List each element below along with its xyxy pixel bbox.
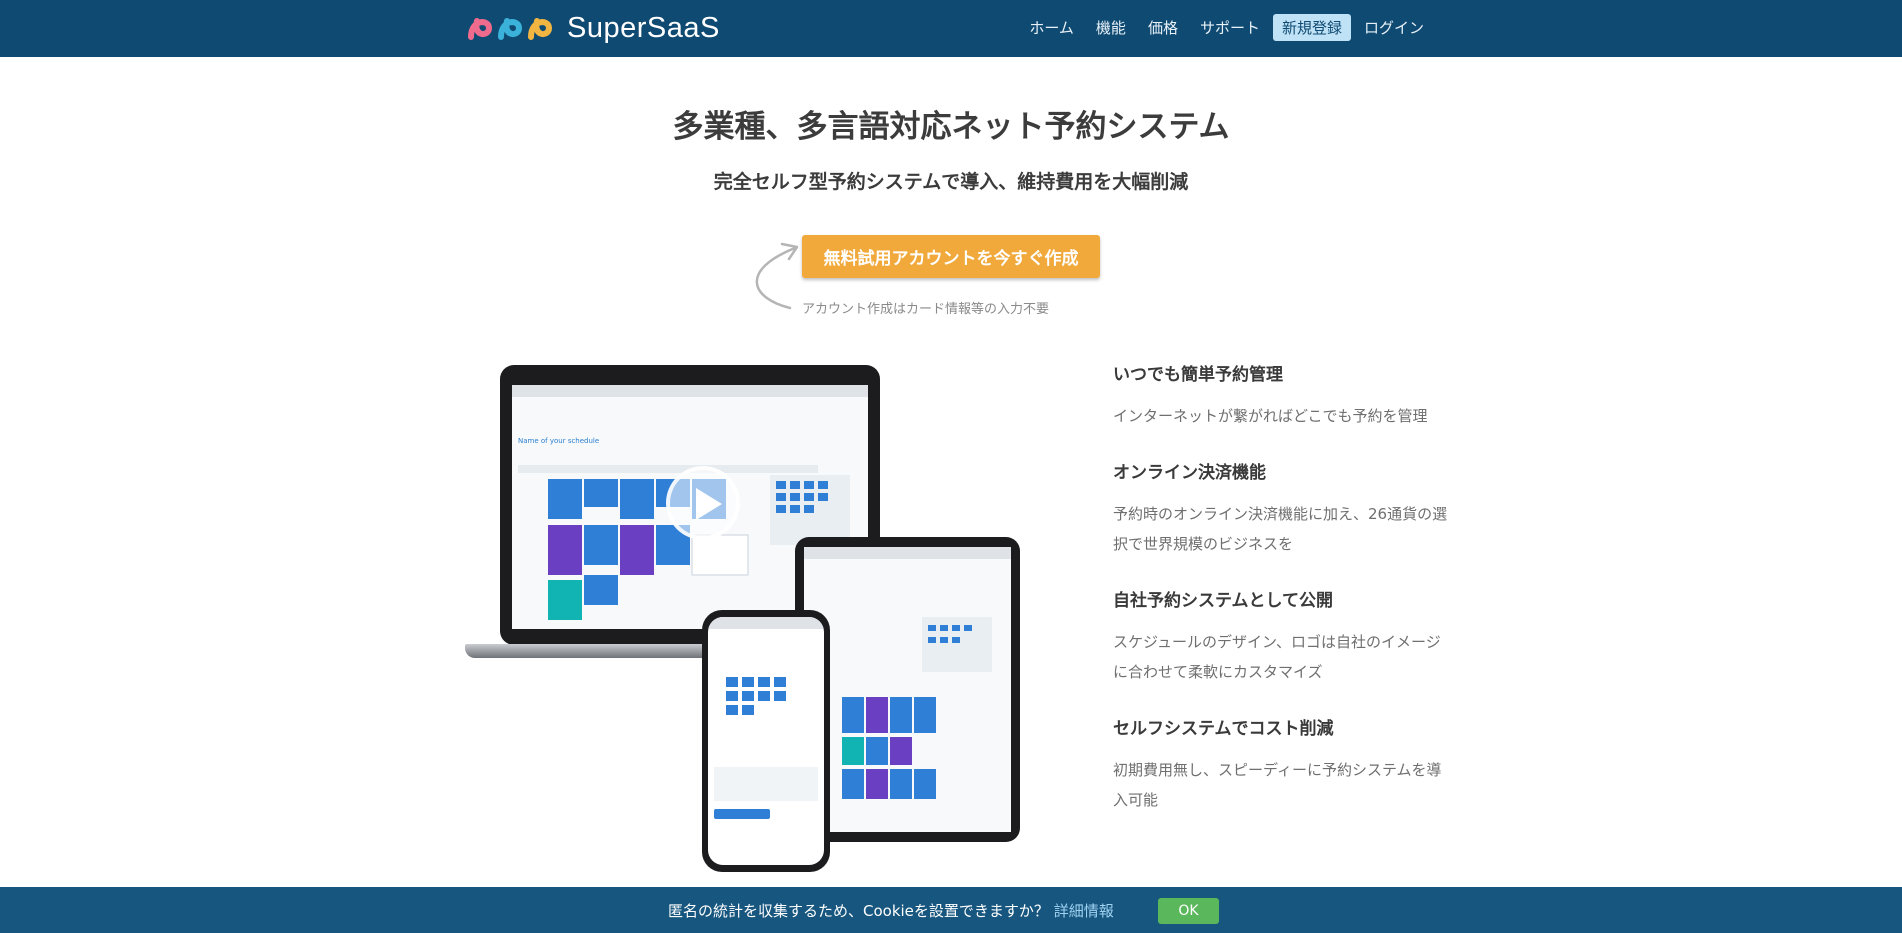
- feature-item: オンライン決済機能 予約時のオンライン決済機能に加え、26通貨の選択で世界規模の…: [1113, 458, 1453, 559]
- create-trial-account-button[interactable]: 無料試用アカウントを今すぐ作成: [802, 235, 1100, 278]
- feature-text: 予約時のオンライン決済機能に加え、26通貨の選択で世界規模のビジネスを: [1113, 505, 1448, 553]
- hero-subtitle: 完全セルフ型予約システムで導入、維持費用を大幅削減: [713, 171, 1189, 193]
- nav-support[interactable]: サポート: [1191, 13, 1269, 42]
- top-navigation-bar: SuperSaaS ホーム 機能 価格 サポート 新規登録 ログイン: [0, 0, 1902, 57]
- feature-text: 初期費用無し、スピーディーに予約システムを導入可能: [1113, 761, 1442, 809]
- feature-title: 自社予約システムとして公開: [1113, 591, 1333, 611]
- feature-text: スケジュールのデザイン、ロゴは自社のイメージに合わせて柔軟にカスタマイズ: [1113, 633, 1441, 681]
- feature-title: いつでも簡単予約管理: [1113, 365, 1283, 385]
- nav-pricing[interactable]: 価格: [1139, 13, 1187, 42]
- tablet-browser-bar: [804, 547, 1011, 559]
- supersaas-logo[interactable]: SuperSaaS: [467, 10, 720, 46]
- phone-browser-bar: [708, 617, 824, 629]
- feature-item: セルフシステムでコスト削減 初期費用無し、スピーディーに予約システムを導入可能: [1113, 714, 1453, 815]
- nav-login[interactable]: ログイン: [1355, 13, 1433, 42]
- phone-mockup: [702, 610, 830, 872]
- tablet-screen-content: [804, 547, 1011, 832]
- main-nav: ホーム 機能 価格 サポート 新規登録 ログイン: [1016, 13, 1433, 42]
- cookie-ok-button[interactable]: OK: [1158, 898, 1219, 924]
- feature-title: オンライン決済機能: [1113, 463, 1266, 483]
- cookie-question: 匿名の統計を収集するため、Cookieを設置できますか？: [668, 902, 1049, 920]
- curved-arrow-icon: [755, 242, 799, 310]
- phone-screen-content: [708, 617, 824, 865]
- phone-calendar-grid: [714, 677, 818, 819]
- feature-text: インターネットが繋がればどこでも予約を管理: [1113, 407, 1428, 425]
- nav-features[interactable]: 機能: [1087, 13, 1135, 42]
- feature-title: セルフシステムでコスト削減: [1113, 719, 1334, 739]
- logo-mark-icon: [468, 18, 553, 40]
- device-mockup-illustration: Name of your schedule: [465, 362, 1025, 877]
- cookie-consent-bar: 匿名の統計を収集するため、Cookieを設置できますか？ 詳細情報 OK: [0, 887, 1902, 933]
- hero-title: 多業種、多言語対応ネット予約システム: [672, 109, 1230, 145]
- cookie-details-link[interactable]: 詳細情報: [1054, 902, 1114, 920]
- feature-item: 自社予約システムとして公開 スケジュールのデザイン、ロゴは自社のイメージに合わせ…: [1113, 586, 1453, 687]
- browser-bar: [512, 385, 868, 397]
- brand-name: SuperSaaS: [567, 11, 720, 44]
- play-video-button[interactable]: [666, 466, 740, 540]
- cta-note: アカウント作成はカード情報等の入力不要: [802, 302, 1050, 317]
- nav-signup-button[interactable]: 新規登録: [1272, 14, 1351, 41]
- nav-home[interactable]: ホーム: [1020, 13, 1083, 42]
- cookie-message: 匿名の統計を収集するため、Cookieを設置できますか？ 詳細情報: [668, 900, 1114, 921]
- feature-item: いつでも簡単予約管理 インターネットが繋がればどこでも予約を管理: [1113, 360, 1453, 431]
- tablet-calendar-grid: [842, 617, 992, 799]
- schedule-title: Name of your schedule: [518, 437, 600, 445]
- feature-list: いつでも簡単予約管理 インターネットが繋がればどこでも予約を管理 オンライン決済…: [1113, 360, 1453, 842]
